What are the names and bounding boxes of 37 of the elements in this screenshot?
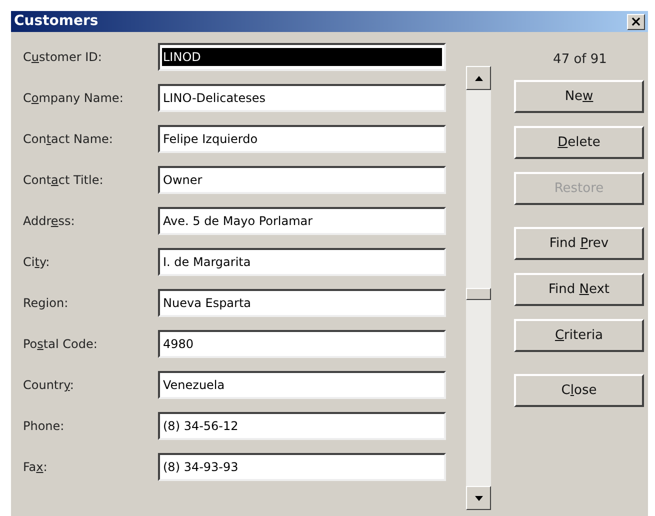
close-button[interactable]: × <box>627 14 645 30</box>
form-button[interactable]: Close <box>514 374 644 407</box>
form-button[interactable]: Find Prev <box>514 227 644 260</box>
text-field[interactable]: Ave. 5 de Mayo Porlamar <box>158 207 446 235</box>
field-label: Contact Title: <box>23 172 104 189</box>
text-field[interactable]: LINO-Delicateses <box>158 84 446 112</box>
field-label: Address: <box>23 213 76 230</box>
text-field[interactable]: 4980 <box>158 330 446 358</box>
window-title: Customers <box>14 12 98 31</box>
field-label: City: <box>23 254 51 271</box>
text-field[interactable]: (8) 34-93-93 <box>158 453 446 481</box>
field-label: Customer ID: <box>23 49 103 66</box>
field-label: Company Name: <box>23 90 124 107</box>
down-arrow-icon <box>474 496 482 500</box>
text-field[interactable]: Venezuela <box>158 371 446 399</box>
form-button[interactable]: Criteria <box>514 319 644 352</box>
field-label: Region: <box>23 295 70 312</box>
text-field[interactable]: Nueva Esparta <box>158 289 446 317</box>
field-label: Postal Code: <box>23 336 98 353</box>
scrollbar[interactable] <box>466 66 491 510</box>
form-button[interactable]: Delete <box>514 126 644 159</box>
text-field[interactable]: I. de Margarita <box>158 248 446 276</box>
record-counter: 47 of 91 <box>552 51 608 68</box>
up-arrow-icon <box>474 76 482 80</box>
scroll-up-button[interactable] <box>466 66 491 90</box>
form-button[interactable]: Find Next <box>514 273 644 306</box>
scroll-thumb[interactable] <box>466 288 491 300</box>
text-field[interactable]: LINOD <box>158 43 446 71</box>
field-label: Country: <box>23 377 75 394</box>
field-label: Phone: <box>23 418 66 435</box>
scroll-down-button[interactable] <box>466 486 491 510</box>
text-field[interactable]: Owner <box>158 166 446 194</box>
text-field[interactable]: (8) 34-56-12 <box>158 412 446 440</box>
text-field[interactable]: Felipe Izquierdo <box>158 125 446 153</box>
form-button[interactable]: New <box>514 80 644 113</box>
field-label: Fax: <box>23 459 48 476</box>
field-label: Contact Name: <box>23 131 114 148</box>
